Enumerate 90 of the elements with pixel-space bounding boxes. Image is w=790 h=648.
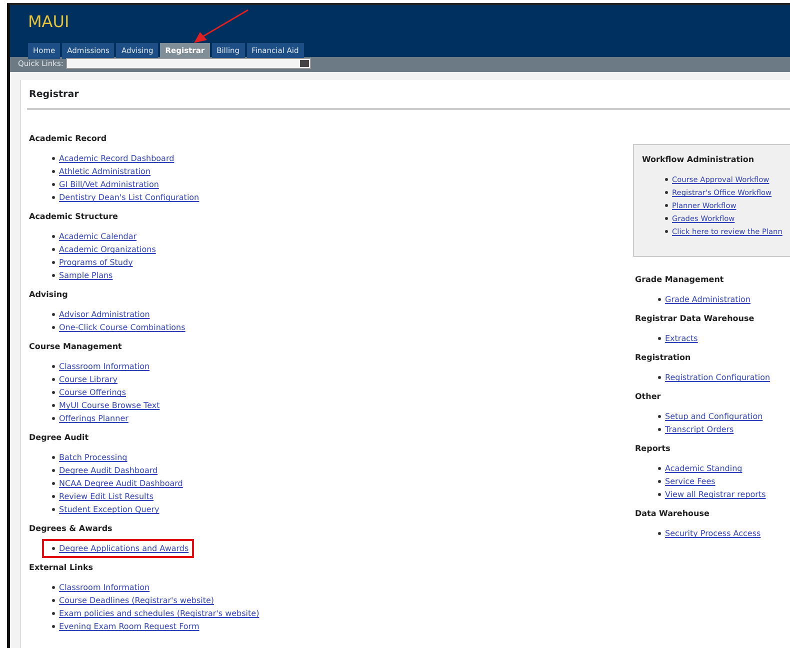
link[interactable]: Batch Processing xyxy=(59,451,128,464)
bullet-icon xyxy=(52,625,55,628)
quick-links-dropdown[interactable] xyxy=(66,58,312,69)
link[interactable]: MyUI Course Browse Text xyxy=(59,399,160,412)
link[interactable]: Classroom Information xyxy=(59,360,150,374)
link[interactable]: Setup and Configuration xyxy=(665,410,763,424)
section-heading: Academic Structure xyxy=(29,212,119,222)
bullet-icon xyxy=(52,170,55,174)
link[interactable]: Exam policies and schedules (Registrar's website) xyxy=(59,607,260,620)
link[interactable]: Course Deadlines (Registrar's website) xyxy=(59,594,214,608)
bullet-icon xyxy=(52,404,55,408)
link[interactable]: Registration Configuration xyxy=(665,371,770,384)
bullet-icon xyxy=(52,378,55,382)
bullet-icon xyxy=(52,547,55,550)
section-heading: Registration xyxy=(635,353,692,364)
bullet-icon xyxy=(665,204,668,208)
link[interactable]: Degree Applications and Awards xyxy=(59,542,189,556)
bullet-icon xyxy=(52,196,55,200)
link[interactable]: GI Bill/Vet Administration xyxy=(59,178,159,192)
link[interactable]: NCAA Degree Audit Dashboard xyxy=(59,477,183,490)
link[interactable]: Grade Administration xyxy=(665,293,750,306)
bullet-icon xyxy=(665,230,668,234)
link[interactable]: Academic Organizations xyxy=(59,243,156,256)
app-title: MAUI xyxy=(28,13,70,31)
link[interactable]: Extracts xyxy=(665,332,698,346)
bullet-icon xyxy=(658,493,661,496)
section-heading: Academic Record xyxy=(29,134,108,144)
bullet-icon xyxy=(52,482,55,486)
bullet-icon xyxy=(658,298,661,302)
section-heading: Data Warehouse xyxy=(635,509,710,520)
section-heading: Other xyxy=(635,392,662,402)
bullet-icon xyxy=(52,365,55,368)
bullet-icon xyxy=(52,612,55,616)
section-heading: Reports xyxy=(635,444,672,454)
link[interactable]: Classroom Information xyxy=(59,581,150,594)
link[interactable]: View all Registrar reports xyxy=(665,488,766,502)
link[interactable]: Academic Calendar xyxy=(59,230,137,244)
link[interactable]: Dentistry Dean's List Configuration xyxy=(59,191,200,204)
bullet-icon xyxy=(52,599,55,602)
link[interactable]: Evening Exam Room Request Form xyxy=(59,620,200,634)
link[interactable]: Programs of Study xyxy=(59,256,133,270)
bullet-icon xyxy=(52,157,55,160)
bullet-icon xyxy=(52,313,55,316)
link[interactable]: One-Click Course Combinations xyxy=(59,321,186,334)
section-heading: Degrees & Awards xyxy=(29,524,114,534)
bullet-icon xyxy=(52,391,55,394)
bullet-icon xyxy=(658,480,661,484)
bullet-icon xyxy=(658,467,661,470)
link[interactable]: Academic Record Dashboard xyxy=(59,152,174,166)
section-heading: Course Management xyxy=(29,342,123,352)
bullet-icon xyxy=(52,417,55,420)
bullet-icon xyxy=(52,235,55,238)
link[interactable]: Student Exception Query xyxy=(59,503,160,516)
link[interactable]: Academic Standing xyxy=(665,462,742,476)
link[interactable]: Review Edit List Results xyxy=(59,490,154,504)
section-heading: Advising xyxy=(29,290,69,300)
bullet-icon xyxy=(52,586,55,590)
bullet-icon xyxy=(52,261,55,264)
bullet-icon xyxy=(52,248,55,252)
link[interactable]: Security Process Access xyxy=(665,527,761,540)
section-heading: Grade Management xyxy=(635,275,725,286)
bullet-icon xyxy=(665,217,668,220)
bullet-icon xyxy=(658,415,661,418)
section-heading: Workflow Administration xyxy=(642,155,756,166)
bullet-icon xyxy=(658,532,661,536)
section-heading: Degree Audit xyxy=(29,433,90,444)
bullet-icon xyxy=(52,274,55,278)
link[interactable]: Sample Plans xyxy=(59,269,113,282)
link[interactable]: Course Library xyxy=(59,373,118,386)
bullet-icon xyxy=(52,495,55,498)
link[interactable]: Course Offerings xyxy=(59,386,126,400)
bullet-icon xyxy=(52,456,55,460)
bullet-icon xyxy=(52,469,55,472)
bullet-icon xyxy=(52,326,55,330)
bullet-icon xyxy=(665,191,668,194)
page-title: Registrar xyxy=(28,88,80,102)
bullet-icon xyxy=(658,337,661,340)
bullet-icon xyxy=(52,508,55,512)
bullet-icon xyxy=(658,428,661,432)
link[interactable]: Service Fees xyxy=(665,475,716,488)
section-heading: Registrar Data Warehouse xyxy=(635,314,756,324)
link[interactable]: Offerings Planner xyxy=(59,412,128,426)
link[interactable]: Athletic Administration xyxy=(59,165,151,178)
link[interactable]: Transcript Orders xyxy=(665,423,734,436)
link[interactable]: Advisor Administration xyxy=(59,308,150,322)
link[interactable]: Degree Audit Dashboard xyxy=(59,464,158,478)
bullet-icon xyxy=(658,376,661,380)
bullet-icon xyxy=(665,178,668,182)
bullet-icon xyxy=(52,183,55,186)
section-heading: External Links xyxy=(29,563,94,574)
